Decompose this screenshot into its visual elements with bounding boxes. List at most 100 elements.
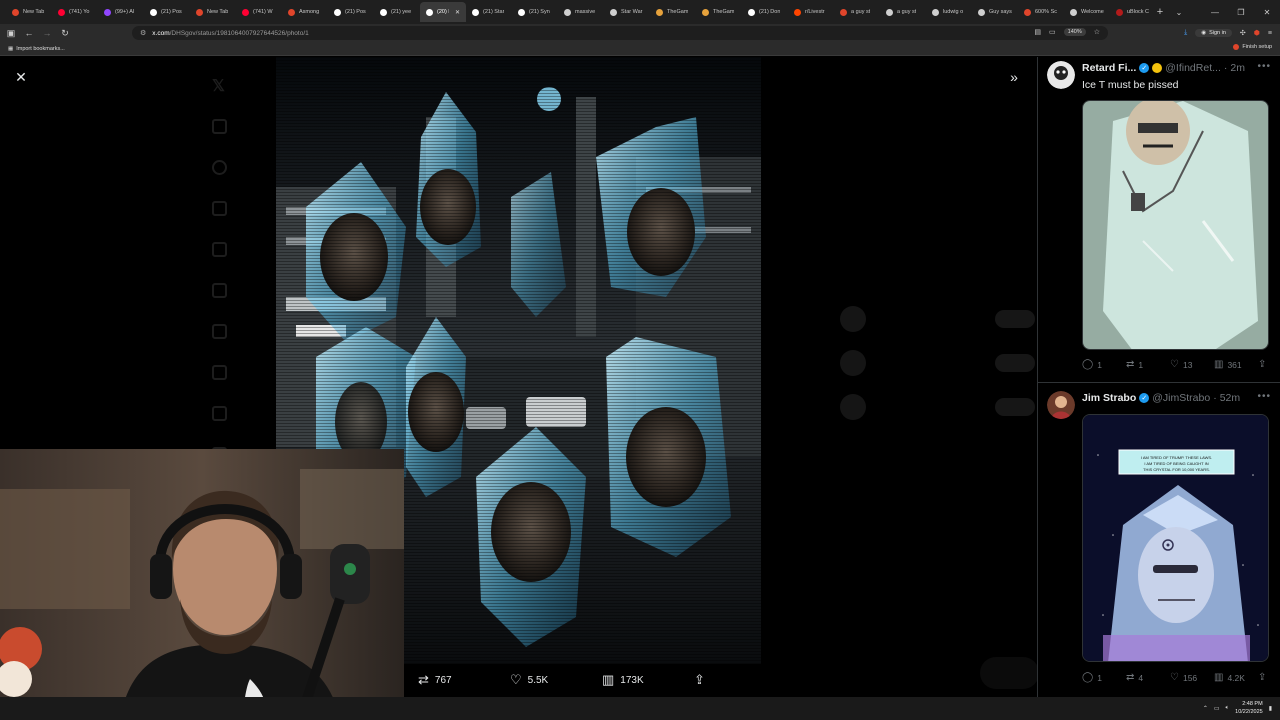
author-handle[interactable]: @IfindRet...	[1165, 62, 1221, 74]
tab-favicon-icon	[196, 8, 203, 16]
browser-tab[interactable]: a guy st	[880, 2, 926, 22]
browser-tab[interactable]: (741) W	[236, 2, 282, 22]
tab-favicon-icon	[288, 8, 295, 16]
more-options-icon[interactable]: •••	[1257, 61, 1271, 72]
share-button[interactable]: ⇪	[694, 672, 705, 688]
zoom-level[interactable]: 140%	[1063, 28, 1086, 36]
sign-in-button[interactable]: ◉ Sign in	[1195, 29, 1232, 37]
share-button[interactable]: ⇪	[1258, 359, 1266, 370]
reply-button[interactable]: ◯ 1	[1082, 359, 1102, 370]
browser-tab[interactable]: uBlock C	[1110, 2, 1150, 22]
share-button[interactable]: ⇪	[1258, 672, 1266, 683]
author-name[interactable]: Jim Strabo	[1082, 392, 1136, 404]
minimize-icon[interactable]: —	[1202, 0, 1228, 24]
views-count: 173K	[620, 674, 644, 686]
post-image[interactable]	[1082, 100, 1269, 350]
repost-button[interactable]: ⇄ 767	[418, 672, 452, 688]
comic-caption: I AM TIRED OF TRUMP. THESE LAWS.	[1141, 455, 1212, 460]
more-options-icon[interactable]: •••	[1257, 391, 1271, 402]
browser-tab[interactable]: ludwig o	[926, 2, 972, 22]
cast-icon[interactable]: ▭	[1049, 28, 1056, 36]
menu-icon[interactable]: ≡	[1268, 30, 1272, 37]
tab-title: 600% Sc	[1035, 9, 1058, 15]
browser-tab[interactable]: Welcome Pa	[1064, 2, 1110, 22]
post-time[interactable]: 2m	[1230, 62, 1245, 74]
browser-tab[interactable]: (741) Yo	[52, 2, 98, 22]
views-icon: ▥	[602, 672, 615, 687]
browser-tab[interactable]: Guy says	[972, 2, 1018, 22]
network-icon[interactable]: ▭	[1214, 705, 1220, 712]
repost-button[interactable]: ⇄ 4	[1126, 672, 1143, 683]
tab-favicon-icon	[58, 8, 65, 16]
browser-tab[interactable]: Star War	[604, 2, 650, 22]
tab-search-button[interactable]: ⌄	[1170, 8, 1188, 17]
browser-tab[interactable]: Asmong	[282, 2, 328, 22]
browser-tab[interactable]: (21) Star	[466, 2, 512, 22]
browser-tab[interactable]: TheGam	[650, 2, 696, 22]
views-button[interactable]: ▥ 361	[1214, 359, 1242, 370]
avatar[interactable]	[1047, 391, 1075, 419]
browser-tab[interactable]: 600% Sc	[1018, 2, 1064, 22]
browser-tab[interactable]: (20) I ✕	[420, 2, 466, 22]
repost-button[interactable]: ⇄ 1	[1126, 359, 1143, 370]
browser-tab[interactable]: (21) Pos	[328, 2, 374, 22]
browser-tab[interactable]: r/Livestr	[788, 2, 834, 22]
tab-title: (99+) Al	[115, 9, 135, 15]
views-button[interactable]: ▥ 4.2K	[1214, 672, 1245, 683]
site-info-icon[interactable]: ⚙	[140, 29, 146, 37]
author-handle[interactable]: @JimStrabo	[1152, 392, 1210, 404]
browser-tab[interactable]: (21) Syn	[512, 2, 558, 22]
avatar[interactable]	[1047, 61, 1075, 89]
browser-tab[interactable]: a guy st	[834, 2, 880, 22]
browser-tab[interactable]: (99+) Al	[98, 2, 144, 22]
tab-favicon-icon	[978, 8, 985, 16]
address-bar[interactable]: ⚙ x.com/DHSgov/status/198106400792764452…	[132, 26, 1108, 40]
clock[interactable]: 2:48 PM 10/22/2025	[1235, 700, 1263, 716]
page-tools-icon[interactable]: ▤	[1034, 28, 1041, 36]
post-time[interactable]: 52m	[1220, 392, 1240, 404]
tab-favicon-icon	[12, 8, 19, 16]
volume-icon[interactable]: 🔈︎	[1226, 705, 1230, 712]
repost-count: 1	[1138, 359, 1144, 370]
expand-panel-button[interactable]: »	[1005, 68, 1023, 86]
new-tab-button[interactable]: +	[1150, 6, 1170, 18]
import-bookmarks-link[interactable]: ▦ Import bookmarks...	[8, 46, 65, 52]
views-button[interactable]: ▥ 173K	[602, 672, 644, 688]
download-icon[interactable]: ⤓	[1184, 29, 1187, 37]
restore-icon[interactable]: ❐	[1228, 0, 1254, 24]
views-count: 4.2K	[1227, 672, 1245, 683]
tab-list: New Tab (741) Yo (99+) Al (21) Pos New Tab (7…	[0, 0, 1150, 24]
browser-tab[interactable]: New Tab	[190, 2, 236, 22]
browser-tab[interactable]: (21) yee	[374, 2, 420, 22]
close-window-icon[interactable]: ✕	[1254, 0, 1280, 24]
browser-tab[interactable]: TheGam	[696, 2, 742, 22]
browser-tab[interactable]: (21) Pos	[144, 2, 190, 22]
tray-chevron-icon[interactable]: ⌃	[1203, 705, 1208, 712]
reply-button[interactable]: ◯ 1	[1082, 672, 1102, 683]
post-image[interactable]: I AM TIRED OF TRUMP. THESE LAWS. I AM TI…	[1082, 414, 1269, 662]
tab-close-icon[interactable]: ✕	[455, 9, 460, 16]
browser-tab[interactable]: New Tab	[6, 2, 52, 22]
extensions-icon[interactable]: ✣	[1240, 29, 1246, 37]
like-button[interactable]: ♡ 13	[1170, 359, 1192, 370]
sign-in-label: Sign in	[1209, 30, 1226, 36]
notifications-icon[interactable]: ▮	[1269, 705, 1272, 712]
browser-tab[interactable]: (21) Don	[742, 2, 788, 22]
author-name[interactable]: Retard Fi...	[1082, 62, 1136, 74]
reload-icon[interactable]: ↻	[56, 24, 74, 42]
ublock-icon[interactable]: ⬢	[1254, 29, 1260, 37]
setup-icon	[1233, 44, 1240, 50]
like-button[interactable]: ♡ 5.5K	[510, 672, 548, 688]
feed-post[interactable]: Retard Fi... ✓ @IfindRet... · 2m ••• Ice…	[1038, 57, 1280, 382]
forward-icon[interactable]: →	[38, 24, 56, 42]
back-icon[interactable]: ←	[20, 24, 38, 42]
like-button[interactable]: ♡ 156	[1170, 672, 1197, 683]
close-media-button[interactable]: ✕	[12, 68, 30, 86]
feed-post[interactable]: Jim Strabo ✓ @JimStrabo · 52m ••• I AM T…	[1038, 387, 1280, 697]
finish-setup-button[interactable]: Finish setup	[1233, 44, 1272, 50]
tab-title: (741) W	[253, 9, 273, 15]
bookmark-star-icon[interactable]: ☆	[1094, 28, 1100, 36]
tab-favicon-icon	[610, 8, 617, 16]
browser-tab[interactable]: massive	[558, 2, 604, 22]
sidebar-toggle-icon[interactable]: ▣	[2, 24, 20, 42]
